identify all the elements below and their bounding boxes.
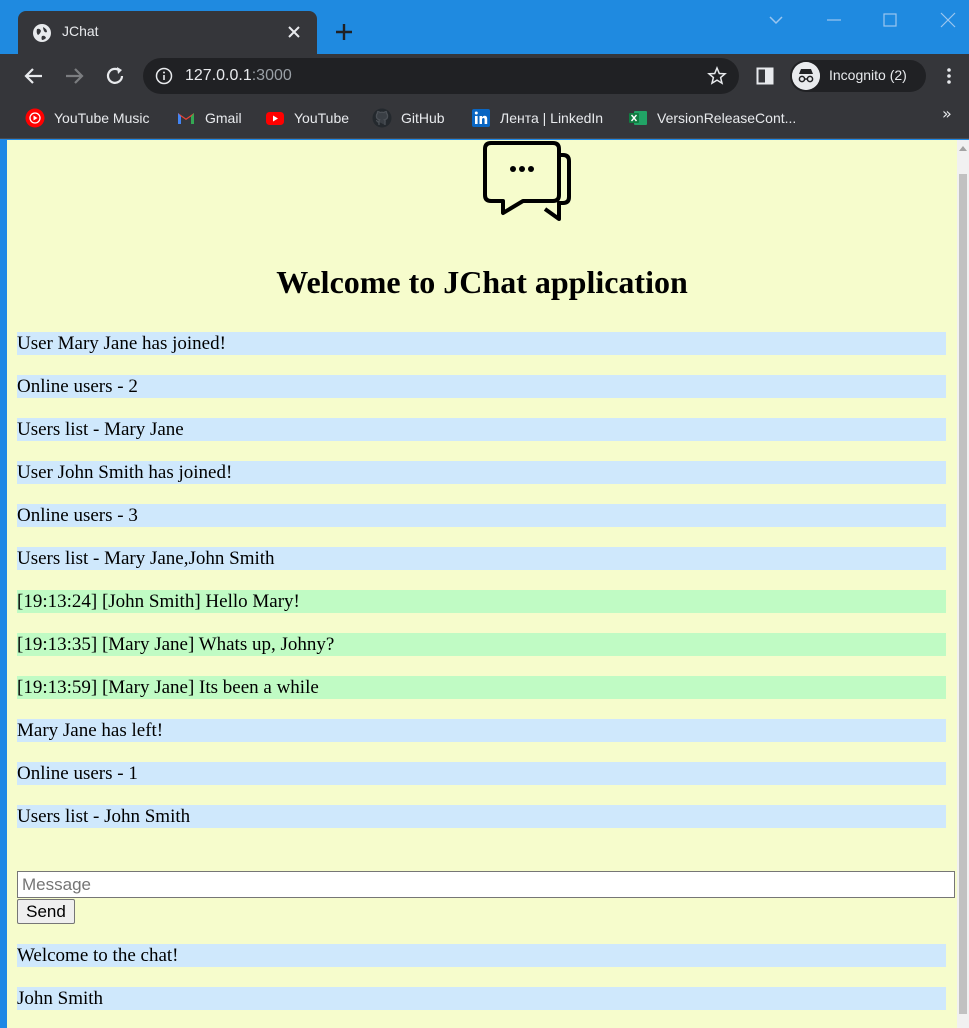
bookmark-label: VersionReleaseCont... bbox=[657, 110, 797, 126]
welcome-message: Welcome to the chat! bbox=[17, 944, 946, 967]
bookmark-gmail[interactable]: Gmail bbox=[176, 107, 242, 129]
list-item: Online users - 3 bbox=[17, 504, 946, 527]
vertical-scrollbar[interactable] bbox=[957, 140, 969, 1028]
youtube-icon bbox=[266, 112, 284, 125]
forward-icon[interactable] bbox=[63, 65, 85, 87]
bookmark-linkedin[interactable]: Лента | LinkedIn bbox=[471, 107, 603, 129]
list-item: User John Smith has joined! bbox=[17, 461, 946, 484]
new-tab-icon[interactable] bbox=[333, 21, 355, 43]
bookmarks-overflow-button[interactable]: » bbox=[942, 104, 952, 123]
bookmark-label: YouTube Music bbox=[54, 110, 150, 126]
globe-icon bbox=[33, 24, 51, 42]
linkedin-icon bbox=[472, 109, 490, 127]
list-item: [19:13:35] [Mary Jane] Whats up, Johny? bbox=[17, 633, 946, 656]
scrollbar-thumb[interactable] bbox=[959, 174, 967, 1014]
message-input[interactable] bbox=[17, 871, 955, 898]
list-item: User Mary Jane has joined! bbox=[17, 332, 946, 355]
gmail-icon bbox=[178, 113, 194, 124]
list-item: Users list - John Smith bbox=[17, 805, 946, 828]
send-button[interactable]: Send bbox=[17, 899, 75, 924]
bookmark-label: Лента | LinkedIn bbox=[500, 110, 604, 126]
scroll-up-arrow-icon[interactable] bbox=[959, 146, 967, 151]
site-info-icon[interactable] bbox=[155, 67, 173, 85]
incognito-label: Incognito (2) bbox=[829, 67, 907, 83]
list-item: Online users - 2 bbox=[17, 375, 946, 398]
youtube-music-icon bbox=[25, 108, 45, 128]
more-menu-icon[interactable] bbox=[940, 66, 958, 86]
page-title: Welcome to JChat application bbox=[276, 264, 688, 300]
tab-title: JChat bbox=[62, 23, 99, 39]
list-item: [19:13:24] [John Smith] Hello Mary! bbox=[17, 590, 946, 613]
page-content: Welcome to JChat application User Mary J… bbox=[7, 140, 957, 1028]
minimize-icon[interactable] bbox=[824, 10, 844, 30]
reload-icon[interactable] bbox=[104, 65, 126, 87]
side-panel-icon[interactable] bbox=[756, 67, 774, 85]
close-window-icon[interactable] bbox=[938, 10, 958, 30]
maximize-icon[interactable] bbox=[880, 10, 900, 30]
bookmark-label: Gmail bbox=[205, 110, 242, 126]
browser-toolbar: 127.0.0.1:3000 Incognito (2) bbox=[0, 54, 969, 99]
window-titlebar: JChat bbox=[0, 0, 969, 54]
bookmark-youtube-music[interactable]: YouTube Music bbox=[25, 107, 149, 129]
bookmarks-bar: YouTube Music Gmail YouTube GitHub Лента… bbox=[0, 99, 969, 139]
bookmark-star-icon[interactable] bbox=[707, 66, 727, 86]
github-icon bbox=[372, 108, 392, 128]
bookmark-github[interactable]: GitHub bbox=[372, 107, 445, 129]
close-tab-icon[interactable] bbox=[285, 23, 303, 41]
incognito-profile-button[interactable]: Incognito (2) bbox=[790, 60, 926, 92]
bookmark-label: GitHub bbox=[401, 110, 445, 126]
list-item: Users list - Mary Jane,John Smith bbox=[17, 547, 946, 570]
current-username: John Smith bbox=[17, 987, 946, 1010]
browser-tab[interactable]: JChat bbox=[18, 11, 317, 54]
bookmark-youtube[interactable]: YouTube bbox=[265, 107, 349, 129]
back-icon[interactable] bbox=[23, 65, 45, 87]
address-bar[interactable]: 127.0.0.1:3000 bbox=[143, 58, 739, 94]
bookmark-label: YouTube bbox=[294, 110, 350, 126]
incognito-icon bbox=[792, 62, 820, 90]
url-text: 127.0.0.1:3000 bbox=[185, 67, 292, 84]
tab-search-icon[interactable] bbox=[766, 10, 786, 30]
chat-bubbles-icon bbox=[483, 141, 571, 221]
list-item: Users list - Mary Jane bbox=[17, 418, 946, 441]
excel-icon bbox=[629, 111, 647, 125]
list-item: Mary Jane has left! bbox=[17, 719, 946, 742]
list-item: Online users - 1 bbox=[17, 762, 946, 785]
list-item: [19:13:59] [Mary Jane] Its been a while bbox=[17, 676, 946, 699]
bookmark-version-release[interactable]: VersionReleaseCont... bbox=[628, 107, 796, 129]
